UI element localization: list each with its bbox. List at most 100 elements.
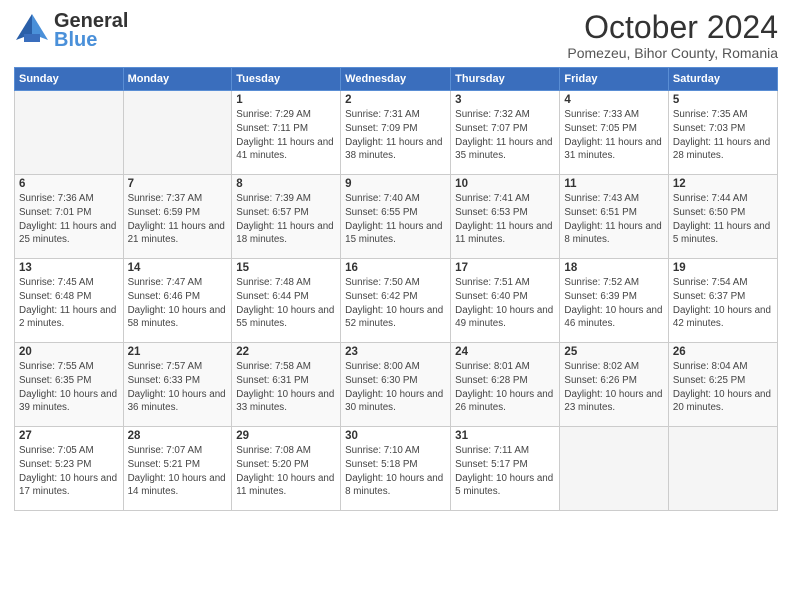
calendar-cell: 25Sunrise: 8:02 AMSunset: 6:26 PMDayligh… (560, 343, 668, 427)
sunrise-text: Sunrise: 7:37 AM (128, 193, 203, 204)
day-number: 29 (236, 430, 336, 442)
sunset-text: Sunset: 7:01 PM (19, 207, 91, 218)
daylight-text: Daylight: 11 hours and 2 minutes. (19, 305, 116, 330)
day-info: Sunrise: 7:52 AMSunset: 6:39 PMDaylight:… (564, 276, 663, 331)
daylight-text: Daylight: 11 hours and 21 minutes. (128, 221, 225, 246)
sunset-text: Sunset: 6:30 PM (345, 375, 417, 386)
day-number: 15 (236, 262, 336, 274)
sunset-text: Sunset: 5:18 PM (345, 459, 417, 470)
subtitle: Pomezeu, Bihor County, Romania (567, 45, 778, 61)
sunset-text: Sunset: 6:25 PM (673, 375, 745, 386)
day-number: 3 (455, 94, 555, 106)
calendar-cell: 30Sunrise: 7:10 AMSunset: 5:18 PMDayligh… (341, 427, 451, 511)
sunrise-text: Sunrise: 7:40 AM (345, 193, 420, 204)
sunrise-text: Sunrise: 7:47 AM (128, 277, 203, 288)
day-number: 31 (455, 430, 555, 442)
week-row-2: 13Sunrise: 7:45 AMSunset: 6:48 PMDayligh… (15, 259, 778, 343)
calendar-cell: 16 Sunrise: 7:50 AMSunset: 6:42 PMDayligh… (341, 259, 451, 343)
day-info: Sunrise: 7:35 AMSunset: 7:03 PMDaylight:… (673, 108, 773, 163)
day-info: Sunrise: 7:10 AMSunset: 5:18 PMDaylight:… (345, 444, 446, 499)
calendar-cell: 4Sunrise: 7:33 AMSunset: 7:05 PMDaylight… (560, 91, 668, 175)
calendar-page: General Blue October 2024 Pomezeu, Bihor… (0, 0, 792, 612)
calendar-cell (668, 427, 777, 511)
daylight-text: Daylight: 10 hours and 26 minutes. (455, 389, 553, 414)
day-info: Sunrise: 7:11 AMSunset: 5:17 PMDaylight:… (455, 444, 555, 499)
calendar-cell: 13Sunrise: 7:45 AMSunset: 6:48 PMDayligh… (15, 259, 124, 343)
calendar-cell: 18Sunrise: 7:52 AMSunset: 6:39 PMDayligh… (560, 259, 668, 343)
calendar-cell: 19 Sunrise: 7:54 AMSunset: 6:37 PMDayligh… (668, 259, 777, 343)
sunrise-text: Sunrise: 7:41 AM (455, 193, 530, 204)
calendar-cell: 8Sunrise: 7:39 AMSunset: 6:57 PMDaylight… (232, 175, 341, 259)
sunset-text: Sunset: 6:57 PM (236, 207, 308, 218)
sunset-text: Sunset: 6:33 PM (128, 375, 200, 386)
day-number: 19 (673, 262, 773, 274)
sunset-text: Sunset: 5:21 PM (128, 459, 200, 470)
day-info: Sunrise: 7:47 AMSunset: 6:46 PMDaylight:… (128, 276, 228, 331)
week-row-0: 1Sunrise: 7:29 AMSunset: 7:11 PMDaylight… (15, 91, 778, 175)
day-number: 21 (128, 346, 228, 358)
daylight-text: Daylight: 11 hours and 11 minutes. (455, 221, 552, 246)
day-number: 24 (455, 346, 555, 358)
day-info: Sunrise: 7:51 AMSunset: 6:40 PMDaylight:… (455, 276, 555, 331)
calendar-cell (15, 91, 124, 175)
sunrise-text: Sunrise: 7:11 AM (455, 445, 529, 456)
sunrise-text: Sunrise: 8:02 AM (564, 361, 639, 372)
sunrise-text: Sunrise: 7:29 AM (236, 109, 311, 120)
calendar-cell: 21Sunrise: 7:57 AMSunset: 6:33 PMDayligh… (123, 343, 232, 427)
week-row-4: 27Sunrise: 7:05 AMSunset: 5:23 PMDayligh… (15, 427, 778, 511)
day-number: 9 (345, 178, 446, 190)
sunset-text: Sunset: 6:48 PM (19, 291, 91, 302)
sunrise-text: Sunrise: 7:44 AM (673, 193, 748, 204)
daylight-text: Daylight: 10 hours and 23 minutes. (564, 389, 662, 414)
day-number: 27 (19, 430, 119, 442)
calendar-cell: 29Sunrise: 7:08 AMSunset: 5:20 PMDayligh… (232, 427, 341, 511)
daylight-text: Daylight: 10 hours and 11 minutes. (236, 473, 334, 498)
sunset-text: Sunset: 7:05 PM (564, 123, 636, 134)
calendar-cell: 10Sunrise: 7:41 AMSunset: 6:53 PMDayligh… (451, 175, 560, 259)
daylight-text: Daylight: 10 hours and 42 minutes. (673, 305, 771, 330)
day-number: 6 (19, 178, 119, 190)
day-info: Sunrise: 7:07 AMSunset: 5:21 PMDaylight:… (128, 444, 228, 499)
logo-icon (14, 12, 50, 48)
day-info: Sunrise: 8:02 AM Sunset: 6:26 PM Daylight:… (564, 360, 663, 415)
calendar-cell: 12Sunrise: 7:44 AMSunset: 6:50 PMDayligh… (668, 175, 777, 259)
sunrise-text: Sunrise: 7:31 AM (345, 109, 420, 120)
daylight-text: Daylight: 11 hours and 28 minutes. (673, 137, 770, 162)
day-number: 17 (455, 262, 555, 274)
weekday-header-tuesday: Tuesday (232, 68, 341, 91)
sunset-text: Sunset: 5:20 PM (236, 459, 308, 470)
daylight-text: Daylight: 10 hours and 14 minutes. (128, 473, 226, 498)
title-block: October 2024 Pomezeu, Bihor County, Roma… (567, 10, 778, 61)
sunset-text: Sunset: 6:35 PM (19, 375, 91, 386)
sunrise-text: Sunrise: 8:04 AM (673, 361, 748, 372)
daylight-text: Daylight: 10 hours and 55 minutes. (236, 305, 334, 330)
sunrise-text: Sunrise: 7:51 AM (455, 277, 530, 288)
daylight-text: Daylight: 10 hours and 33 minutes. (236, 389, 334, 414)
sunrise-text: Sunrise: 7:32 AM (455, 109, 530, 120)
day-info: Sunrise: 7:54 AMSunset: 6:37 PMDaylight:… (673, 276, 773, 331)
calendar-cell: 28Sunrise: 7:07 AMSunset: 5:21 PMDayligh… (123, 427, 232, 511)
sunset-text: Sunset: 6:26 PM (564, 375, 636, 386)
day-info: Sunrise: 7:37 AM Sunset: 6:59 PM Daylight:… (128, 192, 228, 247)
calendar-cell: 15 Sunrise: 7:48 AMSunset: 6:44 PMDayligh… (232, 259, 341, 343)
daylight-text: Daylight: 10 hours and 17 minutes. (19, 473, 117, 498)
day-info: Sunrise: 7:50 AMSunset: 6:42 PMDaylight:… (345, 276, 446, 331)
day-info: Sunrise: 7:45 AMSunset: 6:48 PMDaylight:… (19, 276, 119, 331)
sunset-text: Sunset: 6:40 PM (455, 291, 527, 302)
sunset-text: Sunset: 6:59 PM (128, 207, 200, 218)
sunset-text: Sunset: 6:50 PM (673, 207, 745, 218)
day-number: 2 (345, 94, 446, 106)
sunset-text: Sunset: 6:39 PM (564, 291, 636, 302)
sunrise-text: Sunrise: 7:55 AM (19, 361, 94, 372)
daylight-text: Daylight: 10 hours and 8 minutes. (345, 473, 443, 498)
daylight-text: Daylight: 11 hours and 5 minutes. (673, 221, 770, 246)
sunrise-text: Sunrise: 7:50 AM (345, 277, 420, 288)
sunset-text: Sunset: 7:07 PM (455, 123, 527, 134)
calendar-table: SundayMondayTuesdayWednesdayThursdayFrid… (14, 67, 778, 511)
day-info: Sunrise: 7:48 AMSunset: 6:44 PMDaylight:… (236, 276, 336, 331)
calendar-cell: 6Sunrise: 7:36 AMSunset: 7:01 PMDaylight… (15, 175, 124, 259)
daylight-text: Daylight: 11 hours and 18 minutes. (236, 221, 333, 246)
day-number: 26 (673, 346, 773, 358)
day-number: 16 (345, 262, 446, 274)
day-info: Sunrise: 7:43 AMSunset: 6:51 PMDaylight:… (564, 192, 663, 247)
